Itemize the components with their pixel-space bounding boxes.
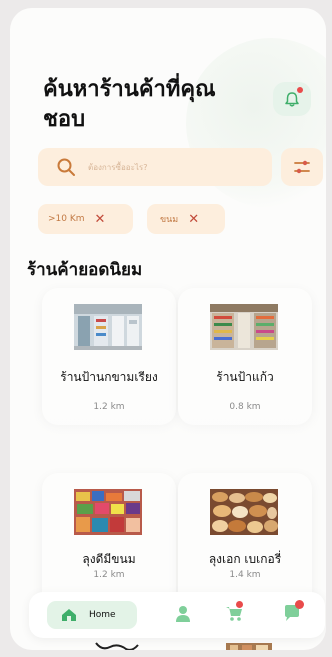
shop-name: ลุงดีมีขนม [82,552,136,566]
filter-chip-label: >10 Km [48,214,85,224]
search-bar[interactable]: ต้องการซื้ออะไร? [38,148,272,186]
shop-distance: 1.4 km [229,570,261,580]
sliders-icon [294,160,310,174]
close-icon[interactable]: ✕ [95,212,106,227]
nav-cart-button[interactable] [225,601,243,622]
bottom-nav: Home [29,592,325,638]
search-input[interactable]: ต้องการซื้ออะไร? [88,161,147,174]
section-title: ร้านค้ายอดนิยม [27,260,143,280]
cart-badge [236,601,243,608]
shop-image [210,489,278,535]
nav-home-button[interactable]: Home [47,601,137,629]
shop-name: ร้านป้าแก้ว [216,370,274,384]
filter-chip-distance[interactable]: >10 Km ✕ [38,204,133,234]
shop-image [74,489,142,535]
next-shop-image-peek [226,643,272,650]
shop-image [74,304,142,350]
filter-chip-label: ขนม [160,215,179,225]
shop-card[interactable]: ร้านป้านกขามเรียง 1.2 km [42,288,176,425]
chat-badge [295,600,304,609]
shop-image [210,304,278,350]
shop-name: ลุงเอก เบเกอรี่ [208,552,282,566]
page-title: ค้นหาร้านค้าที่คุณชอบ [43,77,216,132]
bell-icon [285,91,299,107]
user-icon[interactable] [176,605,190,623]
filter-chip-category[interactable]: ขนม ✕ [147,204,225,234]
search-icon [57,158,75,176]
home-icon [62,609,76,621]
shop-card[interactable]: ลุงดีมีขนม 1.2 km [42,473,176,610]
shop-card[interactable]: ลุงเอก เบเกอรี่ 1.4 km [178,473,312,610]
close-icon[interactable]: ✕ [188,212,199,227]
shop-card[interactable]: ร้านป้าแก้ว 0.8 km [178,288,312,425]
notification-button[interactable] [273,82,311,116]
nav-chat-button[interactable] [283,600,304,622]
shop-name: ร้านป้านกขามเรียง [60,370,158,384]
notification-dot [297,87,303,93]
shop-distance: 1.2 km [93,570,125,580]
app-screen: ค้นหาร้านค้าที่คุณชอบ ต้องการซื้ออะไร? >… [10,8,326,650]
next-shop-image-peek [95,642,139,650]
filter-button[interactable] [281,148,323,186]
nav-home-label: Home [89,610,116,620]
